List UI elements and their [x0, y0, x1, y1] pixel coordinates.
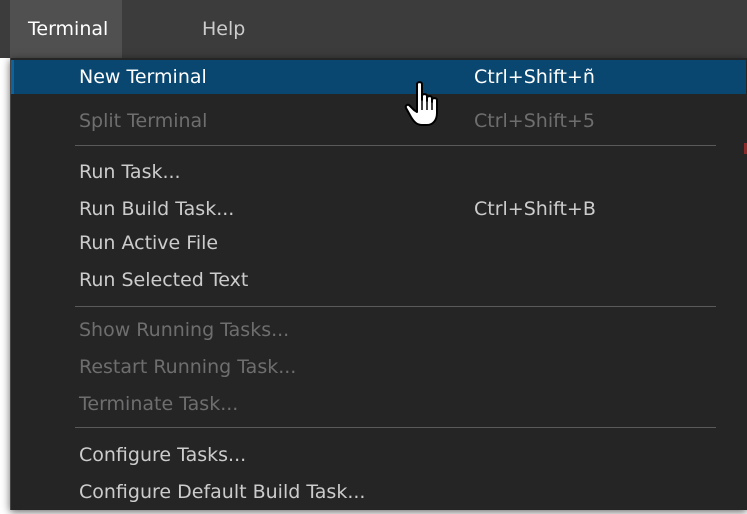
menu-item-run-task[interactable]: Run Task...: [11, 155, 746, 189]
menu-item-restart-running-task[interactable]: Restart Running Task...: [11, 350, 746, 384]
terminal-menu-dropdown: New Terminal Ctrl+Shift+ñ Split Terminal…: [10, 58, 747, 510]
menu-item-new-terminal[interactable]: New Terminal Ctrl+Shift+ñ: [11, 60, 746, 94]
menu-item-run-selected-text[interactable]: Run Selected Text: [11, 263, 746, 297]
menu-item-label: Terminate Task...: [79, 393, 239, 415]
menu-item-label: Split Terminal: [79, 110, 208, 132]
menu-item-label: Run Build Task...: [79, 198, 235, 220]
menu-item-split-terminal[interactable]: Split Terminal Ctrl+Shift+5: [11, 104, 746, 138]
menu-item-run-active-file[interactable]: Run Active File: [11, 226, 746, 260]
menu-separator: [75, 427, 716, 428]
menu-item-label: Show Running Tasks...: [79, 319, 290, 341]
menu-item-run-build-task[interactable]: Run Build Task... Ctrl+Shift+B: [11, 192, 746, 226]
menubar-terminal[interactable]: Terminal: [10, 0, 123, 58]
menu-item-label: Run Task...: [79, 161, 181, 183]
menu-item-configure-tasks[interactable]: Configure Tasks...: [11, 438, 746, 472]
menu-item-label: Run Active File: [79, 232, 219, 254]
menu-separator: [75, 306, 716, 307]
menu-item-label: New Terminal: [79, 66, 207, 88]
menu-item-shortcut: Ctrl+Shift+5: [474, 110, 595, 132]
menu-item-label: Restart Running Task...: [79, 356, 297, 378]
menu-item-label: Configure Default Build Task...: [79, 481, 366, 503]
menu-item-terminate-task[interactable]: Terminate Task...: [11, 387, 746, 421]
menu-item-label: Configure Tasks...: [79, 444, 247, 466]
menu-item-shortcut: Ctrl+Shift+ñ: [474, 66, 595, 88]
menu-item-shortcut: Ctrl+Shift+B: [474, 198, 596, 220]
menu-separator: [75, 145, 716, 146]
menu-item-configure-default-build-task[interactable]: Configure Default Build Task...: [11, 475, 746, 509]
menubar-help[interactable]: Help: [186, 0, 261, 58]
menu-bar: Terminal Help: [0, 0, 747, 58]
menu-item-label: Run Selected Text: [79, 269, 249, 291]
hand-pointer-icon: [404, 81, 438, 126]
menu-item-show-running-tasks[interactable]: Show Running Tasks...: [11, 313, 746, 347]
